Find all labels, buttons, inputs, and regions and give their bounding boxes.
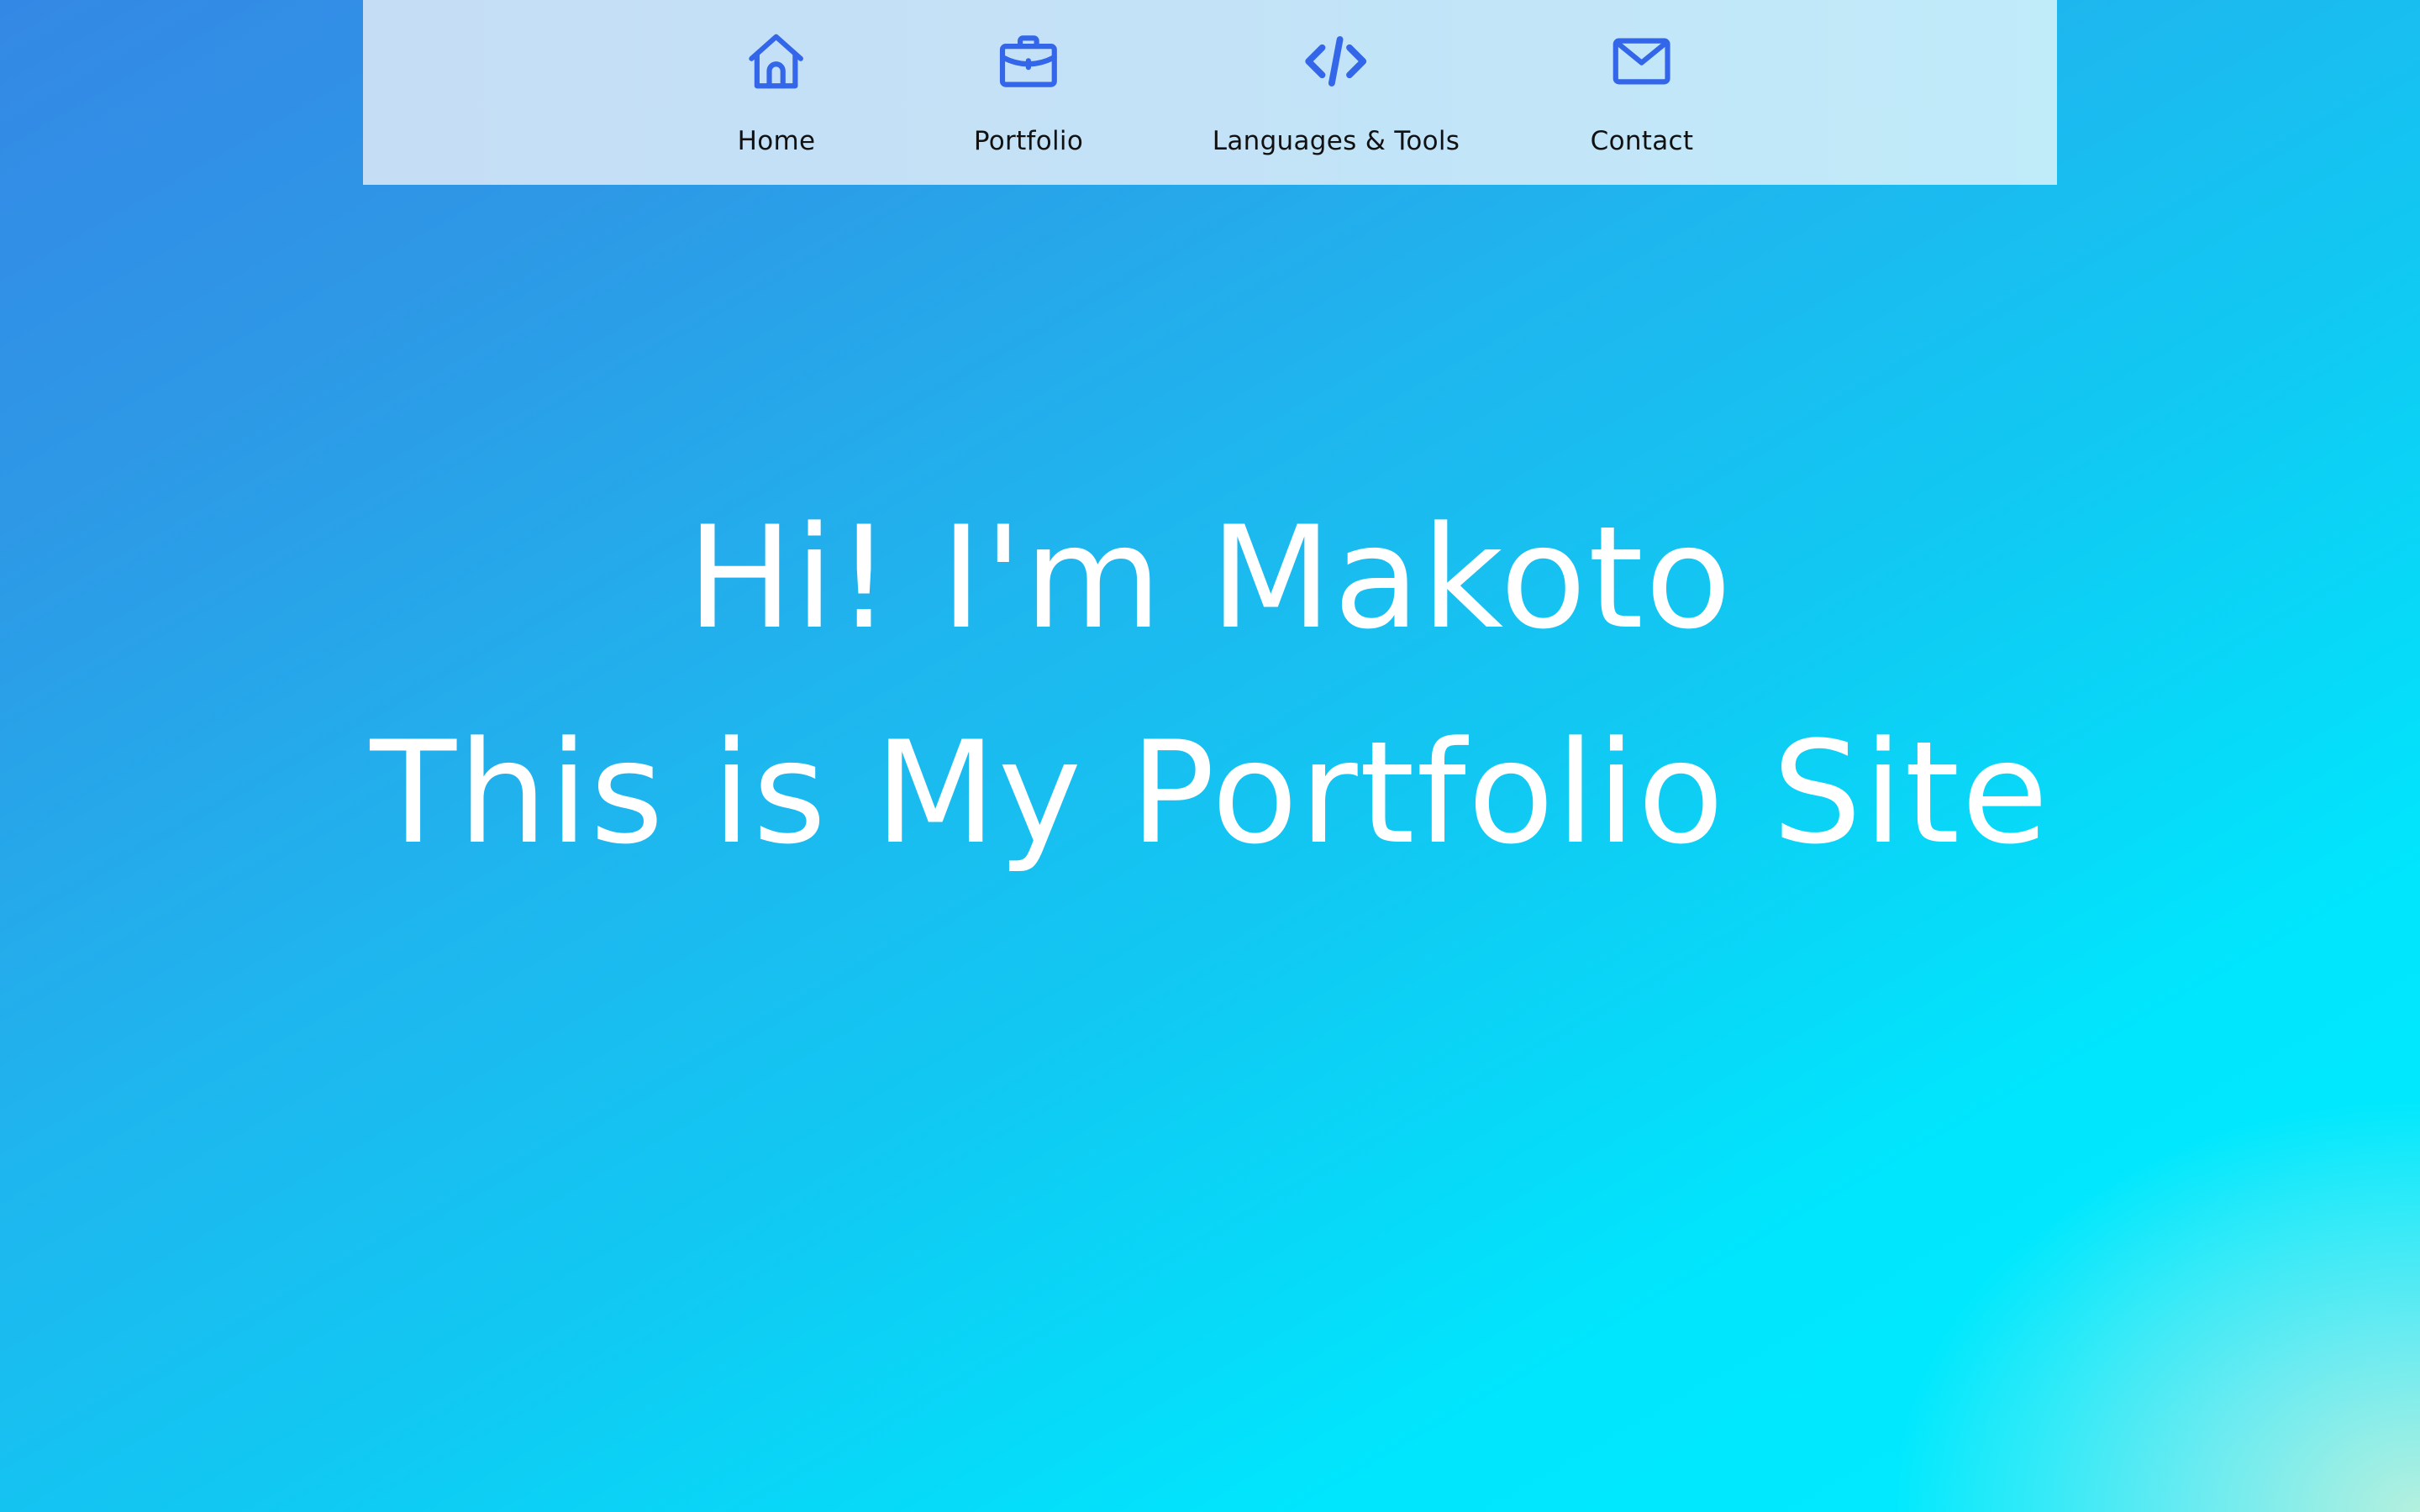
nav-label-portfolio: Portfolio	[973, 126, 1084, 156]
top-navbar: Home Portfolio Languages & Tools Contact	[363, 0, 2057, 185]
hero-subtitle: This is My Portfolio Site	[370, 711, 2050, 875]
nav-item-portfolio[interactable]: Portfolio	[974, 0, 1083, 185]
nav-label-home: Home	[737, 126, 816, 156]
hero-section: Hi! I'm Makoto This is My Portfolio Site	[0, 470, 2420, 900]
nav-label-languages-tools: Languages & Tools	[1212, 126, 1460, 156]
briefcase-icon	[996, 29, 1061, 94]
nav-item-languages-tools[interactable]: Languages & Tools	[1213, 0, 1460, 185]
nav-item-home[interactable]: Home	[738, 0, 816, 185]
mail-icon	[1609, 29, 1675, 94]
home-icon	[744, 29, 809, 94]
code-icon	[1303, 29, 1369, 94]
nav-label-contact: Contact	[1590, 126, 1694, 156]
nav-item-contact[interactable]: Contact	[1591, 0, 1694, 185]
hero-greeting: Hi! I'm Makoto	[687, 496, 1733, 660]
